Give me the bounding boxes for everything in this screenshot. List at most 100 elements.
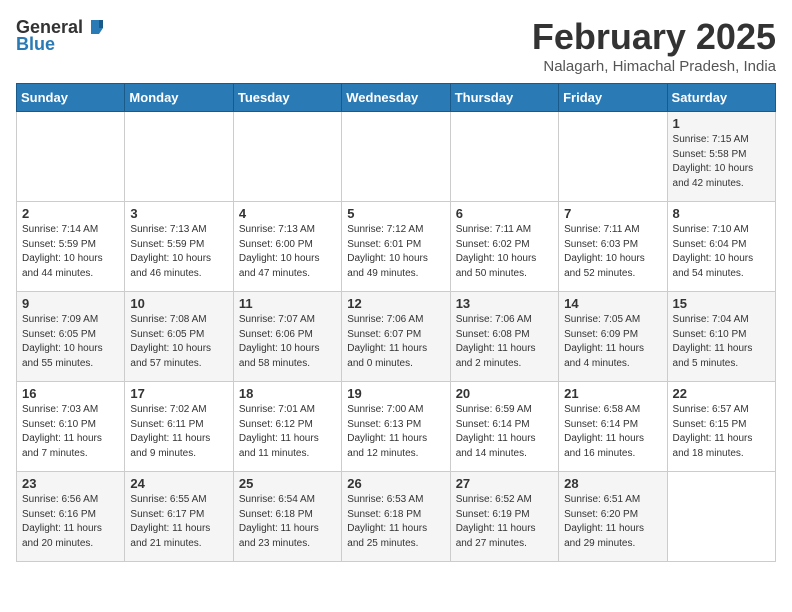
week-row-4: 16 Sunrise: 7:03 AM Sunset: 6:10 PM Dayli… xyxy=(17,382,776,472)
day-info: Sunrise: 7:14 AM Sunset: 5:59 PM Dayligh… xyxy=(22,223,119,281)
day-number: 21 xyxy=(564,386,661,401)
day-info: Sunrise: 7:02 AM Sunset: 6:11 PM Dayligh… xyxy=(130,403,227,461)
calendar-cell: 5 Sunrise: 7:12 AM Sunset: 6:01 PM Daylig… xyxy=(342,202,450,292)
weekday-header-monday: Monday xyxy=(125,84,233,112)
day-number: 5 xyxy=(347,206,444,221)
weekday-header-sunday: Sunday xyxy=(17,84,125,112)
weekday-header-saturday: Saturday xyxy=(667,84,775,112)
week-row-3: 9 Sunrise: 7:09 AM Sunset: 6:05 PM Daylig… xyxy=(17,292,776,382)
week-row-5: 23Sunrise: 6:56 AM Sunset: 6:16 PM Dayli… xyxy=(17,472,776,562)
day-info: Sunrise: 7:00 AM Sunset: 6:13 PM Dayligh… xyxy=(347,403,444,461)
day-info: Sunrise: 6:59 AM Sunset: 6:14 PM Dayligh… xyxy=(456,403,553,461)
day-info: Sunrise: 6:57 AM Sunset: 6:15 PM Dayligh… xyxy=(673,403,770,461)
calendar-cell: 9 Sunrise: 7:09 AM Sunset: 6:05 PM Daylig… xyxy=(17,292,125,382)
calendar-table: SundayMondayTuesdayWednesdayThursdayFrid… xyxy=(16,83,776,562)
day-number: 24 xyxy=(130,476,227,491)
calendar-cell: 18 Sunrise: 7:01 AM Sunset: 6:12 PM Dayli… xyxy=(233,382,341,472)
day-info: Sunrise: 7:04 AM Sunset: 6:10 PM Dayligh… xyxy=(673,313,770,371)
logo-blue: Blue xyxy=(16,34,55,55)
calendar-cell: 4 Sunrise: 7:13 AM Sunset: 6:00 PM Daylig… xyxy=(233,202,341,292)
week-row-1: 1 Sunrise: 7:15 AM Sunset: 5:58 PM Daylig… xyxy=(17,112,776,202)
day-info: Sunrise: 7:13 AM Sunset: 5:59 PM Dayligh… xyxy=(130,223,227,281)
calendar-cell xyxy=(233,112,341,202)
calendar-cell: 21 Sunrise: 6:58 AM Sunset: 6:14 PM Dayli… xyxy=(559,382,667,472)
day-info: Sunrise: 7:11 AM Sunset: 6:03 PM Dayligh… xyxy=(564,223,661,281)
day-number: 10 xyxy=(130,296,227,311)
title-block: February 2025 Nalagarh, Himachal Pradesh… xyxy=(532,16,776,75)
day-number: 18 xyxy=(239,386,336,401)
calendar-cell: 15Sunrise: 7:04 AM Sunset: 6:10 PM Dayli… xyxy=(667,292,775,382)
calendar-cell: 11 Sunrise: 7:07 AM Sunset: 6:06 PM Dayli… xyxy=(233,292,341,382)
day-info: Sunrise: 7:15 AM Sunset: 5:58 PM Dayligh… xyxy=(673,133,770,191)
calendar-cell: 27 Sunrise: 6:52 AM Sunset: 6:19 PM Dayli… xyxy=(450,472,558,562)
weekday-header-friday: Friday xyxy=(559,84,667,112)
calendar-cell: 26 Sunrise: 6:53 AM Sunset: 6:18 PM Dayli… xyxy=(342,472,450,562)
day-info: Sunrise: 7:06 AM Sunset: 6:07 PM Dayligh… xyxy=(347,313,444,371)
calendar-cell: 17 Sunrise: 7:02 AM Sunset: 6:11 PM Dayli… xyxy=(125,382,233,472)
day-number: 4 xyxy=(239,206,336,221)
day-info: Sunrise: 7:11 AM Sunset: 6:02 PM Dayligh… xyxy=(456,223,553,281)
day-info: Sunrise: 7:06 AM Sunset: 6:08 PM Dayligh… xyxy=(456,313,553,371)
calendar-cell: 7 Sunrise: 7:11 AM Sunset: 6:03 PM Daylig… xyxy=(559,202,667,292)
day-info: Sunrise: 6:51 AM Sunset: 6:20 PM Dayligh… xyxy=(564,493,661,551)
day-info: Sunrise: 7:12 AM Sunset: 6:01 PM Dayligh… xyxy=(347,223,444,281)
day-info: Sunrise: 7:10 AM Sunset: 6:04 PM Dayligh… xyxy=(673,223,770,281)
day-info: Sunrise: 7:09 AM Sunset: 6:05 PM Dayligh… xyxy=(22,313,119,371)
calendar-cell: 12 Sunrise: 7:06 AM Sunset: 6:07 PM Dayli… xyxy=(342,292,450,382)
calendar-cell xyxy=(450,112,558,202)
day-info: Sunrise: 7:03 AM Sunset: 6:10 PM Dayligh… xyxy=(22,403,119,461)
calendar-cell: 19 Sunrise: 7:00 AM Sunset: 6:13 PM Dayli… xyxy=(342,382,450,472)
calendar-cell xyxy=(342,112,450,202)
day-number: 7 xyxy=(564,206,661,221)
day-number: 28 xyxy=(564,476,661,491)
day-info: Sunrise: 6:56 AM Sunset: 6:16 PM Dayligh… xyxy=(22,493,119,551)
calendar-cell xyxy=(559,112,667,202)
calendar-cell xyxy=(17,112,125,202)
calendar-cell: 20 Sunrise: 6:59 AM Sunset: 6:14 PM Dayli… xyxy=(450,382,558,472)
calendar-cell: 24 Sunrise: 6:55 AM Sunset: 6:17 PM Dayli… xyxy=(125,472,233,562)
day-info: Sunrise: 6:53 AM Sunset: 6:18 PM Dayligh… xyxy=(347,493,444,551)
calendar-cell: 1 Sunrise: 7:15 AM Sunset: 5:58 PM Daylig… xyxy=(667,112,775,202)
day-number: 27 xyxy=(456,476,553,491)
day-number: 6 xyxy=(456,206,553,221)
day-number: 9 xyxy=(22,296,119,311)
day-number: 26 xyxy=(347,476,444,491)
calendar-cell: 2 Sunrise: 7:14 AM Sunset: 5:59 PM Daylig… xyxy=(17,202,125,292)
week-row-2: 2 Sunrise: 7:14 AM Sunset: 5:59 PM Daylig… xyxy=(17,202,776,292)
day-number: 8 xyxy=(673,206,770,221)
day-info: Sunrise: 7:07 AM Sunset: 6:06 PM Dayligh… xyxy=(239,313,336,371)
calendar-cell: 23Sunrise: 6:56 AM Sunset: 6:16 PM Dayli… xyxy=(17,472,125,562)
day-number: 17 xyxy=(130,386,227,401)
day-info: Sunrise: 6:55 AM Sunset: 6:17 PM Dayligh… xyxy=(130,493,227,551)
day-info: Sunrise: 6:54 AM Sunset: 6:18 PM Dayligh… xyxy=(239,493,336,551)
day-number: 19 xyxy=(347,386,444,401)
calendar-cell: 14Sunrise: 7:05 AM Sunset: 6:09 PM Dayli… xyxy=(559,292,667,382)
day-number: 1 xyxy=(673,116,770,131)
day-info: Sunrise: 7:08 AM Sunset: 6:05 PM Dayligh… xyxy=(130,313,227,371)
day-number: 16 xyxy=(22,386,119,401)
day-number: 2 xyxy=(22,206,119,221)
day-info: Sunrise: 7:01 AM Sunset: 6:12 PM Dayligh… xyxy=(239,403,336,461)
day-info: Sunrise: 6:52 AM Sunset: 6:19 PM Dayligh… xyxy=(456,493,553,551)
weekday-header-row: SundayMondayTuesdayWednesdayThursdayFrid… xyxy=(17,84,776,112)
page-header: General Blue February 2025 Nalagarh, Him… xyxy=(16,16,776,75)
day-info: Sunrise: 7:13 AM Sunset: 6:00 PM Dayligh… xyxy=(239,223,336,281)
calendar-title: February 2025 xyxy=(532,16,776,58)
weekday-header-thursday: Thursday xyxy=(450,84,558,112)
weekday-header-tuesday: Tuesday xyxy=(233,84,341,112)
day-number: 20 xyxy=(456,386,553,401)
calendar-cell: 8 Sunrise: 7:10 AM Sunset: 6:04 PM Daylig… xyxy=(667,202,775,292)
calendar-cell xyxy=(667,472,775,562)
day-number: 11 xyxy=(239,296,336,311)
calendar-cell xyxy=(125,112,233,202)
day-number: 25 xyxy=(239,476,336,491)
day-number: 13 xyxy=(456,296,553,311)
calendar-cell: 16 Sunrise: 7:03 AM Sunset: 6:10 PM Dayli… xyxy=(17,382,125,472)
calendar-subtitle: Nalagarh, Himachal Pradesh, India xyxy=(532,58,776,75)
day-number: 14 xyxy=(564,296,661,311)
day-info: Sunrise: 6:58 AM Sunset: 6:14 PM Dayligh… xyxy=(564,403,661,461)
day-number: 12 xyxy=(347,296,444,311)
day-number: 22 xyxy=(673,386,770,401)
logo-icon xyxy=(85,16,107,38)
calendar-cell: 10 Sunrise: 7:08 AM Sunset: 6:05 PM Dayli… xyxy=(125,292,233,382)
